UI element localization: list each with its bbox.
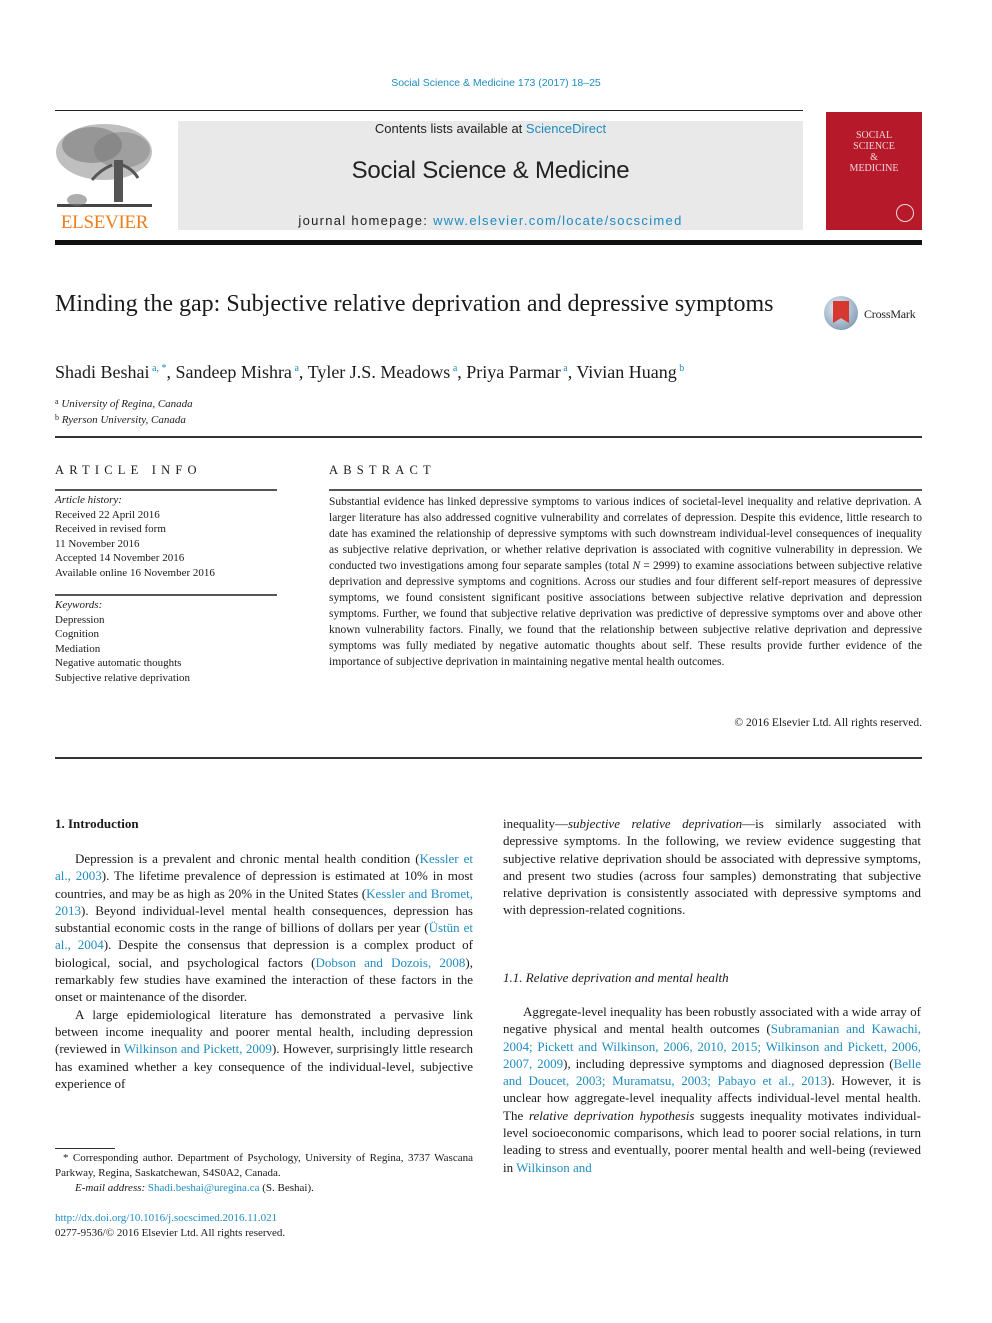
sciencedirect-link[interactable]: ScienceDirect bbox=[526, 121, 606, 136]
journal-cover[interactable]: SOCIAL SCIENCE & MEDICINE bbox=[826, 112, 922, 230]
text-run: ). Beyond individual-level mental health… bbox=[55, 902, 473, 936]
abstract-copyright: © 2016 Elsevier Ltd. All rights reserved… bbox=[734, 717, 922, 729]
history-item: Accepted 14 November 2016 bbox=[55, 552, 185, 564]
article-info-rule bbox=[55, 489, 277, 491]
paragraph: Depression is a prevalent and chronic me… bbox=[55, 850, 473, 1006]
paragraph: A large epidemiological literature has d… bbox=[55, 1006, 473, 1092]
history-item: Received in revised form bbox=[55, 523, 166, 535]
article-history-label: Article history: bbox=[55, 494, 122, 506]
contents-prefix: Contents lists available at bbox=[374, 121, 526, 136]
crossmark-label: CrossMark bbox=[864, 307, 916, 321]
cover-title-line: SCIENCE bbox=[853, 141, 895, 152]
cover-title-line: & bbox=[870, 152, 878, 163]
cover-seal-icon bbox=[896, 204, 914, 222]
author-name[interactable]: Shadi Beshai bbox=[55, 362, 150, 382]
section-heading-introduction: 1. Introduction bbox=[55, 816, 139, 831]
affiliations: a University of Regina, Canada b Ryerson… bbox=[55, 395, 193, 427]
history-item: Received 22 April 2016 bbox=[55, 508, 160, 521]
author-affil-sup[interactable]: a bbox=[292, 363, 298, 374]
keywords-label: Keywords: bbox=[55, 599, 103, 611]
homepage-line: journal homepage: www.elsevier.com/locat… bbox=[178, 213, 803, 228]
email-suffix: (S. Beshai). bbox=[259, 1182, 314, 1194]
article-history: Article history: Received 22 April 2016 … bbox=[55, 493, 277, 580]
body-left-column: Depression is a prevalent and chronic me… bbox=[55, 850, 473, 1092]
author-list: Shadi Beshai a, *, Sandeep Mishra a, Tyl… bbox=[55, 362, 685, 382]
history-item: 11 November 2016 bbox=[55, 537, 140, 550]
corresponding-author-note: * Corresponding author. Department of Ps… bbox=[55, 1151, 473, 1196]
keyword: Cognition bbox=[55, 628, 100, 640]
author-name[interactable]: Sandeep Mishra bbox=[175, 362, 291, 382]
citation-link[interactable]: Dobson and Dozois, 2008 bbox=[316, 955, 466, 970]
text-run: inequality— bbox=[503, 816, 568, 831]
emphasis-text: relative deprivation hypothesis bbox=[528, 1107, 695, 1123]
citation-link[interactable]: Wilkinson and Pickett, 2009 bbox=[124, 1041, 272, 1056]
author-name[interactable]: Vivian Huang bbox=[576, 362, 676, 382]
email-link[interactable]: Shadi.beshai@uregina.ca bbox=[148, 1182, 260, 1194]
author-affil-sup[interactable]: b bbox=[677, 363, 684, 374]
text-run: —is similarly associated with depressive… bbox=[503, 816, 921, 918]
abstract-rule bbox=[329, 489, 922, 491]
elsevier-logo[interactable]: ELSEVIER bbox=[52, 120, 157, 233]
body-right-column-continued: Aggregate-level inequality has been robu… bbox=[503, 1003, 921, 1176]
email-line: E-mail address: Shadi.beshai@uregina.ca … bbox=[55, 1181, 473, 1196]
cover-title-line: SOCIAL bbox=[855, 130, 893, 141]
homepage-prefix: journal homepage: bbox=[298, 213, 434, 228]
issn-copyright: 0277-9536/© 2016 Elsevier Ltd. All right… bbox=[55, 1227, 286, 1239]
keyword: Negative automatic thoughts bbox=[55, 657, 182, 669]
doi-link[interactable]: http://dx.doi.org/10.1016/j.socscimed.20… bbox=[55, 1212, 277, 1224]
citation-link[interactable]: Wilkinson and bbox=[516, 1160, 592, 1175]
corresponding-text: * Corresponding author. Department of Ps… bbox=[55, 1152, 473, 1179]
body-right-column: inequality—subjective relative deprivati… bbox=[503, 815, 921, 919]
elsevier-wordmark: ELSEVIER bbox=[60, 212, 149, 233]
keyword: Subjective relative deprivation bbox=[55, 671, 191, 684]
author-affil-sup[interactable]: a bbox=[450, 363, 457, 374]
journal-masthead: Contents lists available at ScienceDirec… bbox=[178, 121, 803, 230]
header-rule bbox=[55, 110, 803, 111]
contents-line: Contents lists available at ScienceDirec… bbox=[178, 121, 803, 136]
journal-citation[interactable]: Social Science & Medicine 173 (2017) 18–… bbox=[0, 77, 992, 89]
email-label: E-mail address: bbox=[75, 1182, 148, 1194]
author-affil-sup[interactable]: a, * bbox=[150, 363, 166, 374]
masthead-rule bbox=[55, 240, 922, 245]
cover-title-line: MEDICINE bbox=[849, 163, 899, 174]
text-run: Depression is a prevalent and chronic me… bbox=[75, 851, 420, 866]
elsevier-tree-icon bbox=[56, 124, 152, 207]
emphasis-text: subjective relative deprivation bbox=[568, 816, 743, 831]
paragraph: Aggregate-level inequality has been robu… bbox=[503, 1003, 921, 1176]
abstract-end-rule bbox=[55, 757, 922, 759]
affiliation: b Ryerson University, Canada bbox=[55, 413, 186, 426]
crossmark-icon bbox=[824, 296, 858, 330]
keyword: Depression bbox=[55, 613, 105, 626]
abstract-text: Substantial evidence has linked depressi… bbox=[329, 496, 922, 668]
footnote-rule bbox=[55, 1148, 115, 1149]
abstract-heading: ABSTRACT bbox=[329, 463, 436, 477]
doi-block: http://dx.doi.org/10.1016/j.socscimed.20… bbox=[55, 1211, 285, 1241]
author-affil-sup[interactable]: a bbox=[561, 363, 567, 374]
subsection-heading: 1.1. Relative deprivation and mental hea… bbox=[503, 970, 729, 985]
journal-name: Social Science & Medicine bbox=[351, 157, 630, 184]
author-name[interactable]: Priya Parmar bbox=[466, 362, 560, 382]
keywords-rule bbox=[55, 594, 277, 596]
article-info-heading: ARTICLE INFO bbox=[55, 463, 202, 477]
author-name[interactable]: Tyler J.S. Meadows bbox=[308, 362, 451, 382]
article-title: Minding the gap: Subjective relative dep… bbox=[55, 291, 774, 317]
journal-homepage-link[interactable]: www.elsevier.com/locate/socscimed bbox=[433, 213, 683, 228]
keywords: Keywords: Depression Cognition Mediation… bbox=[55, 598, 277, 685]
paragraph: inequality—subjective relative deprivati… bbox=[503, 815, 921, 919]
cover-title: SOCIAL SCIENCE & MEDICINE bbox=[826, 130, 922, 174]
affiliation: a University of Regina, Canada bbox=[55, 397, 193, 410]
history-item: Available online 16 November 2016 bbox=[55, 566, 215, 579]
keyword: Mediation bbox=[55, 642, 101, 655]
text-run: ), including depressive symptoms and dia… bbox=[563, 1055, 894, 1071]
authors-rule bbox=[55, 436, 922, 438]
crossmark-button[interactable]: CrossMark bbox=[824, 296, 924, 334]
